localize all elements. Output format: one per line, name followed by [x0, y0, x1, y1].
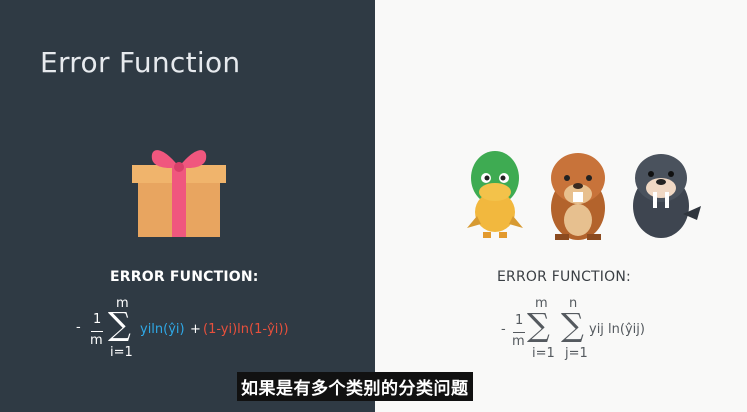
duck-icon: [467, 151, 523, 238]
frac-line: [513, 332, 525, 333]
frac-numerator: 1: [515, 313, 524, 328]
plus-sign: +: [190, 322, 201, 337]
sum-lower: i=1: [110, 345, 133, 360]
frac-numerator: 1: [93, 312, 102, 327]
video-subtitle: 如果是有多个类别的分类问题: [237, 372, 473, 401]
slide-title: Error Function: [40, 46, 241, 79]
frac-denominator: m: [512, 334, 525, 349]
walrus-icon: [633, 154, 701, 238]
minus-sign: -: [501, 322, 506, 337]
left-panel: Error Function ERROR FUNCTION: - 1 m m ∑…: [0, 0, 375, 412]
sum-symbol: ∑: [108, 305, 131, 343]
right-panel: ERROR FUNCTION: - 1 m m ∑ i=1 n ∑ j=1 yi…: [375, 0, 747, 412]
sum2-lower: j=1: [565, 346, 588, 361]
sum2-symbol: ∑: [561, 306, 584, 344]
minus-sign: -: [76, 320, 81, 335]
sum1-lower: i=1: [532, 346, 555, 361]
right-error-label: ERROR FUNCTION:: [497, 269, 631, 285]
term-positive: yiln(ŷi): [140, 322, 185, 337]
sum1-symbol: ∑: [527, 306, 550, 344]
frac-denominator: m: [90, 333, 103, 348]
left-error-label: ERROR FUNCTION:: [110, 269, 259, 285]
frac-line: [91, 331, 103, 332]
beaver-icon: [551, 153, 605, 240]
term-negative: (1-yi)ln(1-ŷi)): [203, 322, 289, 337]
term: yij ln(ŷij): [589, 322, 645, 337]
gift-icon: [132, 150, 226, 237]
